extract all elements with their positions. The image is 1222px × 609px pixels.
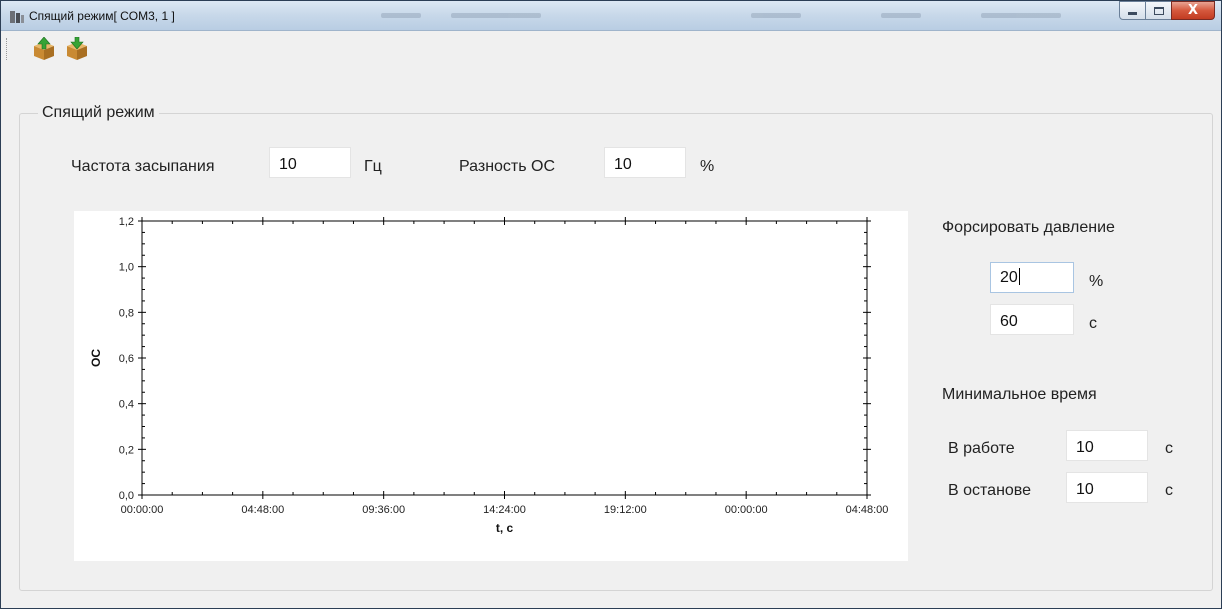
box-arrow-down-icon[interactable] — [64, 37, 90, 61]
feedback-difference-unit: % — [700, 158, 715, 175]
stop-time-input[interactable] — [1066, 472, 1148, 503]
feedback-difference-input[interactable] — [604, 147, 686, 178]
group-title: Спящий режим — [38, 104, 159, 122]
x-tick-label: 04:48:00 — [241, 504, 284, 516]
feedback-difference-label: Разность ОС — [459, 158, 556, 175]
toolbar — [1, 32, 1221, 64]
run-time-input[interactable] — [1066, 430, 1148, 461]
minimize-button[interactable] — [1119, 1, 1146, 20]
boost-percent-value: 20 — [1000, 269, 1018, 286]
y-tick-label: 1,2 — [119, 216, 134, 228]
boost-pressure-title: Форсировать давление — [942, 219, 1115, 236]
sleep-frequency-label: Частота засыпания — [71, 158, 215, 175]
title-bar[interactable]: Спящий режим[ COM3, 1 ] X — [1, 1, 1221, 31]
boost-percent-unit: % — [1089, 273, 1104, 290]
box-arrow-up-icon[interactable] — [31, 37, 57, 61]
min-time-title: Минимальное время — [942, 386, 1097, 403]
chart-svg: 0,0 0,2 0,4 0,6 0,8 1,0 1,2 00:00:00 04:48:00 09:… — [89, 216, 889, 535]
x-tick-label: 00:00:00 — [725, 504, 768, 516]
text-caret — [1018, 268, 1020, 285]
close-icon: X — [1187, 3, 1199, 18]
y-tick-label: 0,6 — [119, 353, 134, 365]
y-tick-label: 0,2 — [119, 444, 134, 456]
x-tick-label: 04:48:00 — [846, 504, 889, 516]
x-axis-title: t, c — [496, 521, 514, 535]
y-axis-title: ОС — [89, 349, 103, 367]
stop-time-unit: с — [1165, 482, 1173, 499]
run-time-label: В работе — [948, 440, 1015, 457]
toolbar-grip[interactable] — [6, 38, 9, 60]
run-time-unit: с — [1165, 440, 1173, 457]
boost-time-input[interactable] — [990, 304, 1074, 335]
background-window-shadow — [381, 9, 1101, 23]
maximize-button[interactable] — [1145, 1, 1172, 20]
app-window: Спящий режим[ COM3, 1 ] X Спящий режим Ч… — [0, 0, 1222, 609]
x-tick-label: 19:12:00 — [604, 504, 647, 516]
y-tick-label: 1,0 — [119, 262, 134, 274]
stop-time-label: В останове — [948, 482, 1032, 499]
boost-percent-input[interactable]: 20 — [990, 262, 1074, 293]
x-tick-label: 09:36:00 — [362, 504, 405, 516]
window-controls: X — [1119, 1, 1215, 21]
app-icon — [10, 11, 24, 23]
y-tick-label: 0,4 — [119, 399, 134, 411]
sleep-frequency-input[interactable] — [269, 147, 351, 178]
x-tick-label: 00:00:00 — [121, 504, 164, 516]
maximize-icon — [1153, 6, 1164, 15]
plot-frame — [141, 220, 868, 496]
window-title: Спящий режим[ COM3, 1 ] — [29, 9, 175, 23]
minimize-icon — [1128, 12, 1137, 15]
boost-time-unit: с — [1089, 315, 1097, 332]
feedback-chart: 0,0 0,2 0,4 0,6 0,8 1,0 1,2 00:00:00 04:48:00 09:… — [74, 211, 908, 561]
sleep-frequency-unit: Гц — [364, 158, 382, 175]
y-tick-label: 0,0 — [119, 490, 134, 502]
x-tick-label: 14:24:00 — [483, 504, 526, 516]
y-tick-label: 0,8 — [119, 307, 134, 319]
close-button[interactable]: X — [1171, 1, 1215, 20]
